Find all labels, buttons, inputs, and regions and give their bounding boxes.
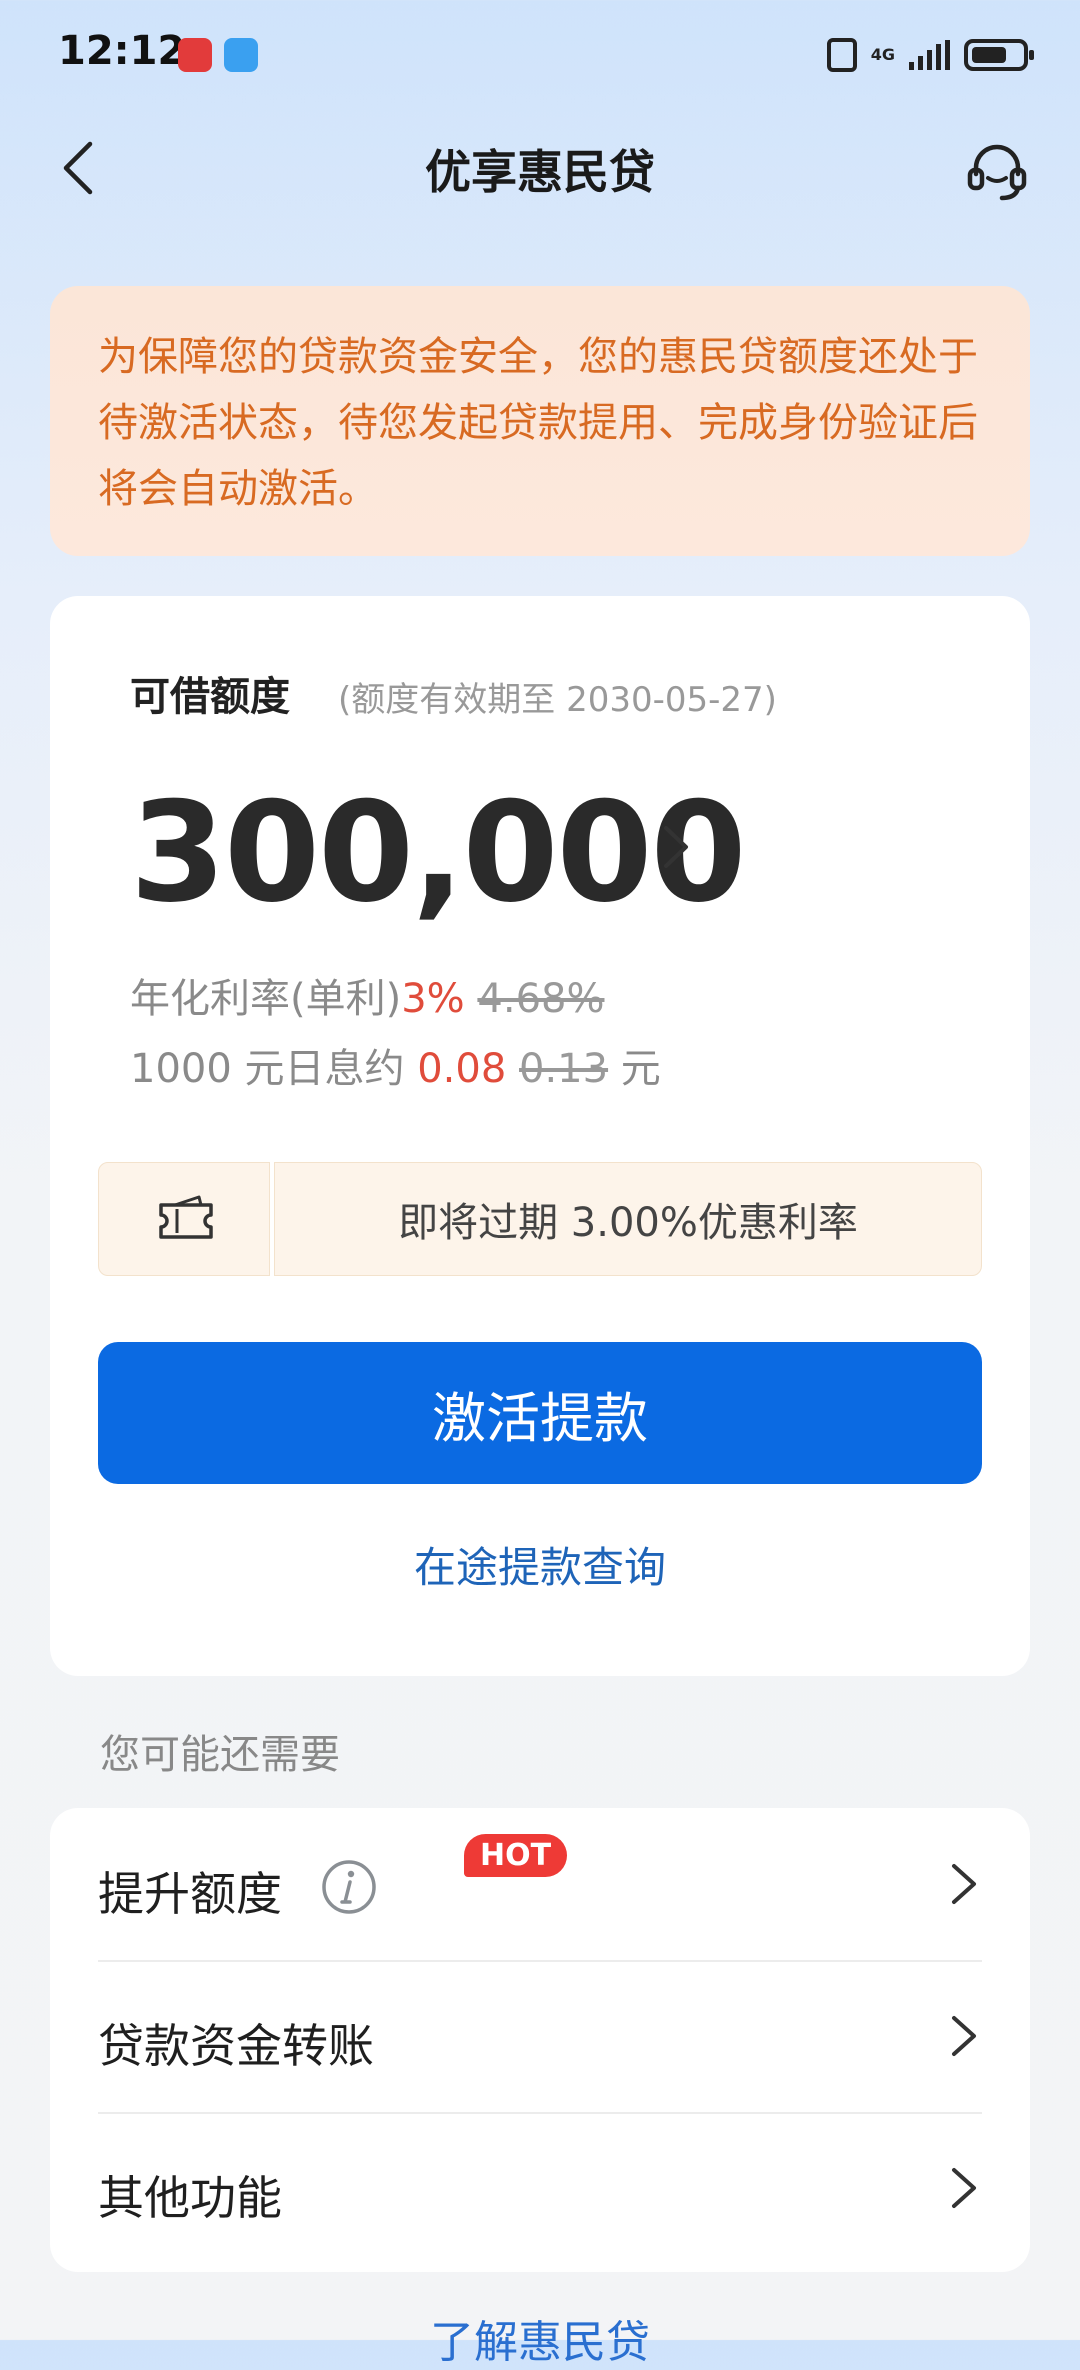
chevron-right-icon xyxy=(664,826,688,868)
daily-interest: 1000 元日息约 0.08 0.13 元 xyxy=(130,1036,661,1094)
more-services-list: 提升额度 HOT 贷款资金转账 其他功能 xyxy=(50,1808,1030,2272)
amount-detail-button[interactable] xyxy=(656,818,696,876)
interest-old: 0.13 xyxy=(519,1046,609,1092)
headset-icon xyxy=(967,144,1027,201)
notification-app-icon xyxy=(178,38,212,72)
learn-more-link[interactable]: 了解惠民贷 xyxy=(0,2306,1080,2370)
interest-rate: 年化利率(单利)3% 4.68% xyxy=(130,966,604,1024)
menu-item-label: 提升额度 xyxy=(98,1867,282,1921)
interest-suffix: 元 xyxy=(608,1046,661,1092)
activate-withdraw-button[interactable]: 激活提款 xyxy=(98,1342,982,1484)
status-bar: 12:12 4G xyxy=(0,0,1080,108)
interest-value: 0.08 xyxy=(417,1046,507,1092)
battery-icon xyxy=(964,39,1034,71)
coupon-icon-box[interactable] xyxy=(98,1162,270,1276)
credit-validity: (额度有效期至 2030-05-27) xyxy=(338,680,777,720)
rate-value: 3% xyxy=(401,976,465,1022)
menu-item-other-functions[interactable]: 其他功能 xyxy=(98,2112,982,2262)
nfc-icon xyxy=(826,38,857,72)
menu-item-label: 其他功能 xyxy=(98,2171,282,2225)
section-label: 您可能还需要 xyxy=(100,1732,340,1778)
activation-notice: 为保障您的贷款资金安全，您的惠民贷额度还处于待激活状态，待您发起贷款提用、完成身… xyxy=(50,286,1030,556)
coupon-banner[interactable]: 即将过期 3.00%优惠利率 xyxy=(274,1162,982,1276)
chevron-right-icon xyxy=(952,2168,976,2208)
signal-icon xyxy=(909,40,950,70)
menu-item-fund-transfer[interactable]: 贷款资金转账 xyxy=(98,1960,982,2110)
info-icon[interactable] xyxy=(320,1858,378,1916)
chevron-right-icon xyxy=(952,2016,976,2056)
credit-label: 可借额度 xyxy=(130,674,290,720)
weather-app-icon xyxy=(224,38,258,72)
credit-card-panel: 可借额度 (额度有效期至 2030-05-27) 300,000 年化利率(单利… xyxy=(50,596,1030,1676)
interest-prefix: 1000 元日息约 xyxy=(130,1046,418,1092)
customer-service-button[interactable] xyxy=(964,138,1030,204)
ticket-icon xyxy=(159,1195,213,1239)
status-indicators: 4G xyxy=(826,30,1034,80)
menu-item-raise-limit[interactable]: 提升额度 HOT xyxy=(98,1808,982,1958)
credit-amount[interactable]: 300,000 xyxy=(130,772,747,933)
rate-old: 4.68% xyxy=(477,976,605,1022)
pending-withdraw-query-link[interactable]: 在途提款查询 xyxy=(50,1534,1030,1595)
chevron-right-icon xyxy=(952,1864,976,1904)
menu-item-label: 贷款资金转账 xyxy=(98,2019,374,2073)
status-time: 12:12 xyxy=(58,28,186,74)
network-type: 4G xyxy=(870,45,895,64)
page-title: 优享惠民贷 xyxy=(425,145,655,199)
hot-badge: HOT xyxy=(464,1834,568,1877)
rate-label: 年化利率(单利) xyxy=(130,976,402,1022)
